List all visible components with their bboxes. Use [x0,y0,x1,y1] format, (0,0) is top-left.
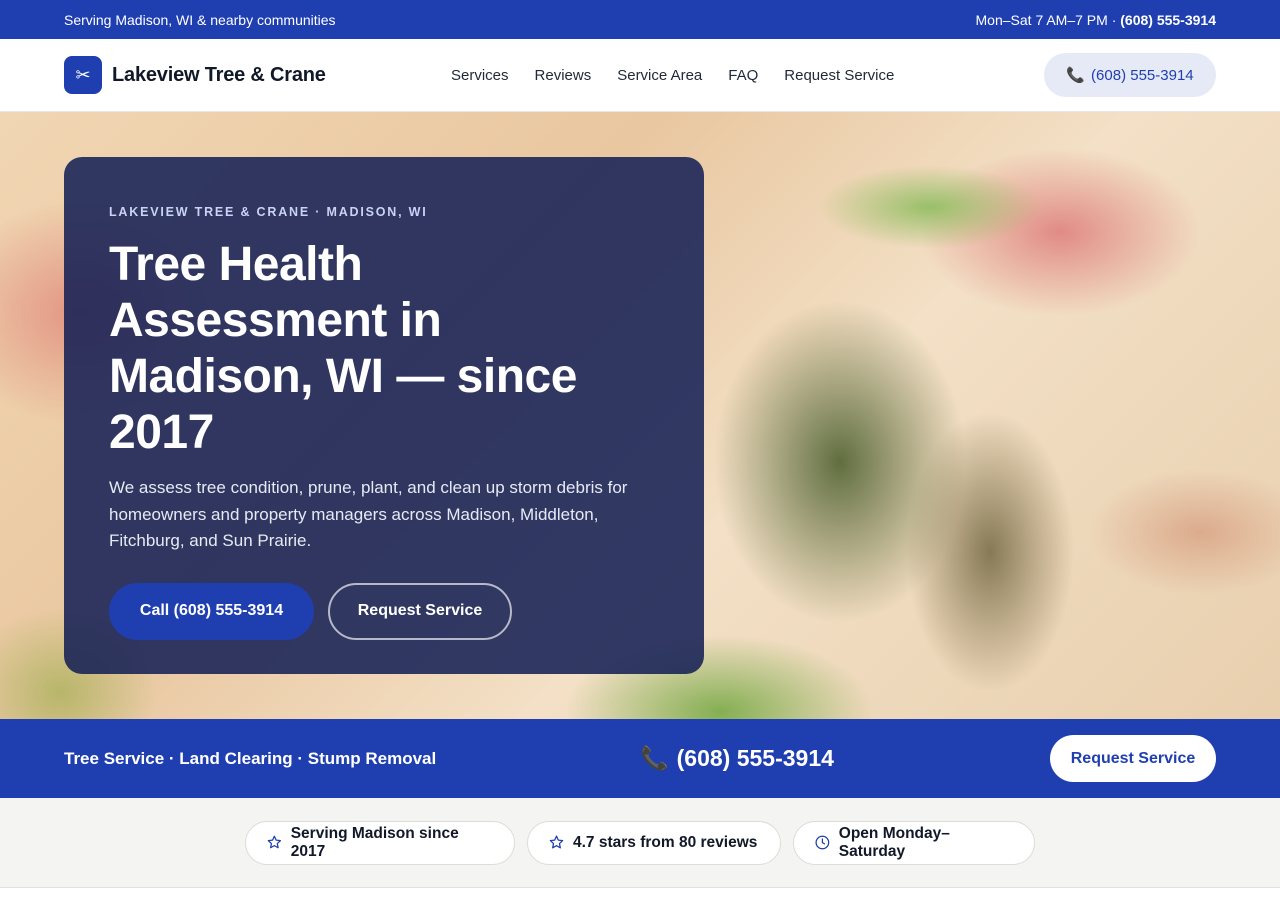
phone-icon: 📞 [1066,67,1086,84]
nav-request-service[interactable]: Request Service [784,67,894,84]
strip-request-service-button[interactable]: Request Service [1050,735,1216,782]
topbar-phone-link[interactable]: (608) 555-3914 [1120,12,1216,28]
hero-subtitle: We assess tree condition, prune, plant, … [109,478,628,550]
main-nav: Services Reviews Service Area FAQ Reques… [451,39,894,112]
nav-services[interactable]: Services [451,67,509,84]
badge-label: 4.7 stars from 80 reviews [573,833,758,851]
site-header: ✂ Lakeview Tree & Crane Services Reviews… [0,39,1280,112]
scissors-icon: ✂ [64,56,102,94]
request-service-button[interactable]: Request Service [328,582,512,640]
nav-reviews[interactable]: Reviews [535,67,592,84]
nav-faq[interactable]: FAQ [728,67,758,84]
nav-service-area[interactable]: Service Area [617,67,702,84]
header-call-label: (608) 555-3914 [1091,66,1194,84]
star-icon [549,835,564,849]
hero-title: Tree Health Assessment in Madison, WI — … [109,238,577,459]
clock-icon [815,835,830,850]
call-button[interactable]: Call (608) 555-3914 [109,582,314,640]
strip-phone-link[interactable]: 📞 (608) 555-3914 [640,719,834,798]
page-bottom [0,888,1280,900]
service-area-note: Serving Madison, WI & nearby communities [64,11,336,28]
hero-card: LAKEVIEW TREE & CRANE · MADISON, WI Tree… [64,157,704,674]
hero-section: LAKEVIEW TREE & CRANE · MADISON, WI Tree… [0,112,1280,719]
phone-icon: 📞 [640,745,669,771]
star-icon [267,835,282,849]
contact-strip: Tree Service · Land Clearing · Stump Rem… [0,719,1280,798]
strip-phone-number: (608) 555-3914 [676,745,834,771]
brand-name: Lakeview Tree & Crane [112,63,326,86]
hero-eyebrow: LAKEVIEW TREE & CRANE · MADISON, WI [109,205,428,219]
hero-actions: Call (608) 555-3914 Request Service [109,582,659,640]
brand-link[interactable]: ✂ Lakeview Tree & Crane [64,56,326,94]
badge-label: Open Monday–Saturday [838,824,950,860]
trust-badges: Serving Madison since 2017 4.7 stars fro… [0,798,1280,888]
top-bar: Serving Madison, WI & nearby communities… [0,0,1280,39]
badge-hours: Open Monday–Saturday [793,820,1035,865]
badge-serving-since: Serving Madison since 2017 [245,820,515,865]
services-list: Tree Service · Land Clearing · Stump Rem… [64,748,437,768]
badge-reviews: 4.7 stars from 80 reviews [527,820,781,865]
hours-and-phone: Mon–Sat 7 AM–7 PM · (608) 555-3914 [976,12,1216,28]
business-hours: Mon–Sat 7 AM–7 PM · [975,11,1117,28]
badge-label: Serving Madison since 2017 [290,824,459,860]
header-call-button[interactable]: 📞 (608) 555-3914 [1044,53,1216,97]
